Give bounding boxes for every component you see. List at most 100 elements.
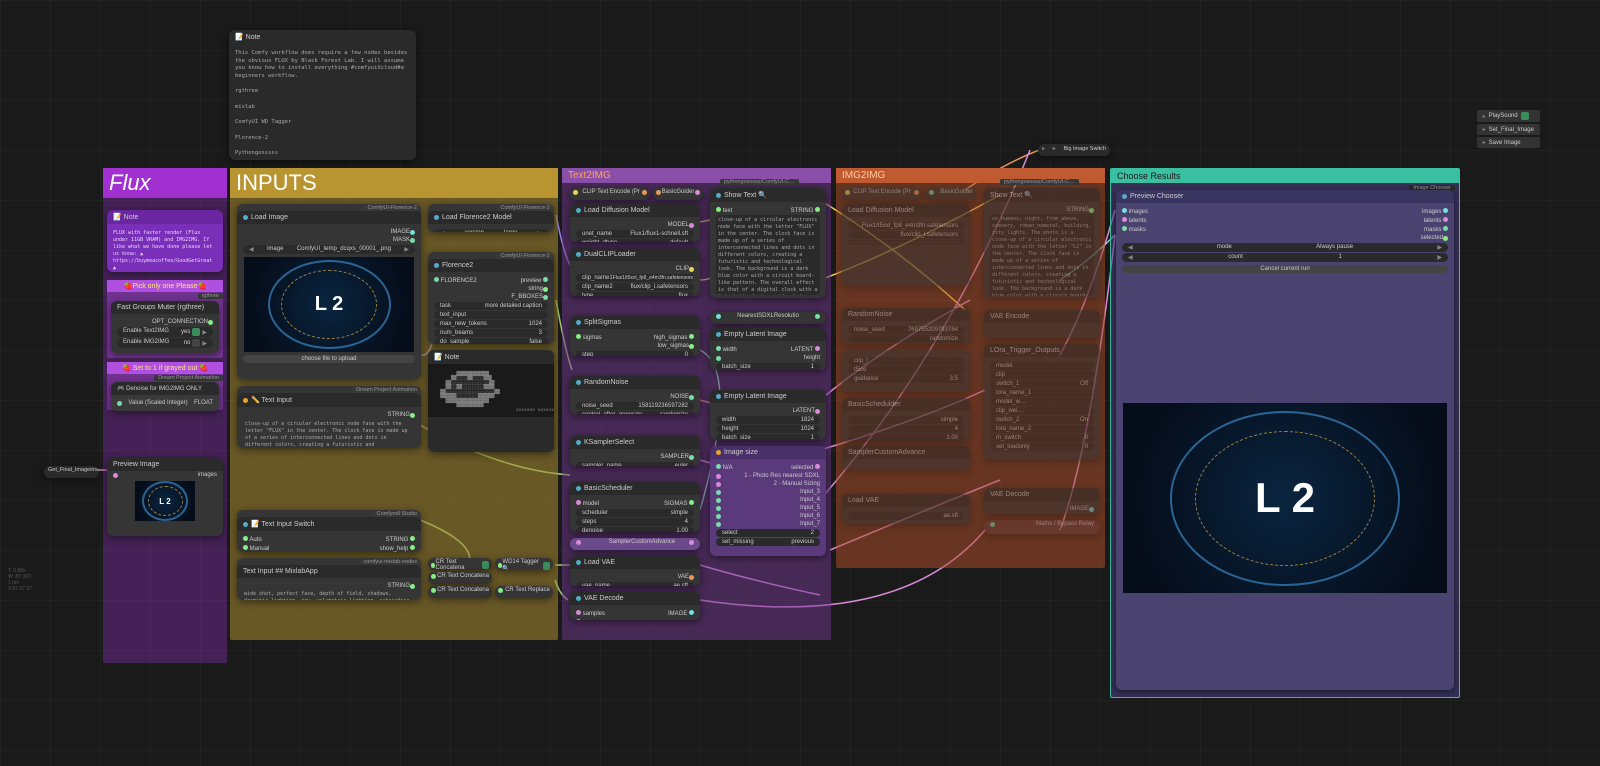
- batch-size-1[interactable]: batch_size1: [716, 363, 820, 370]
- nearest-sdxl[interactable]: NearestSDXLResolutio: [710, 312, 826, 324]
- chooser-mode[interactable]: ◀modeAlways pause▶: [1122, 243, 1448, 252]
- dual-clip-loader[interactable]: DualCLIPLoader CLIP clip_name1Flux1/t5xx…: [570, 248, 700, 296]
- preview-title: Preview Image: [107, 458, 223, 471]
- ksampler-select[interactable]: KSamplerSelect SAMPLER sampler_nameeuler: [570, 436, 700, 466]
- noise-seed[interactable]: noise_seed158119236597282: [576, 402, 694, 410]
- badge-pygos: pythongosssss/ComfyUI-C…: [720, 179, 799, 185]
- height-2[interactable]: height1024: [716, 425, 820, 433]
- chooser-count[interactable]: ◀count1▶: [1122, 253, 1448, 262]
- big-image-switch[interactable]: ▸▸Big Image Switch: [1038, 144, 1110, 156]
- flux-note-text: FLUX with faster render (Flux under 11GB…: [107, 224, 223, 272]
- control-after-gen[interactable]: control_after_generaterandomize: [576, 411, 694, 414]
- img2img-math[interactable]: Maths / Bypass Relay: [984, 520, 1100, 534]
- vae-name[interactable]: vae_nameae.sft: [576, 582, 694, 586]
- florence-sample[interactable]: do_samplefalse: [434, 338, 548, 344]
- load-image-node[interactable]: ComfyUI-Florence-2 Load Image IMAGE MASK…: [237, 204, 421, 379]
- set-missing[interactable]: set_missingprevious: [716, 538, 820, 546]
- group-flux-title: Flux: [103, 168, 227, 198]
- img2img-show-text[interactable]: Show Text 🔍 STRING no_humans, night, fro…: [984, 188, 1100, 298]
- batch-2[interactable]: batch_size1: [716, 434, 820, 440]
- img2img-vae-decode[interactable]: VAE Decode IMAGE: [984, 488, 1100, 514]
- fast-groups-muter[interactable]: Fast Groups Muter (rgthree) OPT_CONNECTI…: [111, 301, 219, 353]
- menu-playsound[interactable]: ▸PlaySound: [1477, 110, 1540, 122]
- badge-comfyroll: Comfyroll Studio: [373, 511, 421, 517]
- results-title: Choose Results: [1111, 169, 1459, 183]
- flux-note[interactable]: 📝 Note FLUX with faster render (Flux und…: [107, 210, 223, 272]
- image-filename-select[interactable]: ◀imageComfyUI_temp_dcqxs_00001_.png▶: [243, 245, 415, 254]
- empty-latent-1[interactable]: Empty Latent Image widthLATENT height ba…: [710, 328, 826, 370]
- preview-chooser[interactable]: Preview Chooser imagesimages latentslate…: [1116, 190, 1454, 690]
- opt-connection-port: OPT_CONNECTION: [152, 319, 208, 325]
- cr-concat-2[interactable]: CR Text Concatena: [428, 572, 492, 584]
- img2img-load-diffusion[interactable]: Load Diffusion Model Flux1/t5xxl_fp8_e4m…: [842, 204, 970, 286]
- img2img-clip-encode[interactable]: CLIP Text Encode (Pr: [842, 188, 922, 200]
- denoise-node[interactable]: 🎮 Denoise for IMG2IMG ONLY Value (Scaled…: [111, 382, 219, 411]
- preview-image-small[interactable]: Preview Image images L 2: [107, 458, 223, 536]
- text-input-content[interactable]: close-up of a circular electronic node f…: [243, 419, 415, 448]
- playsound-check[interactable]: [1521, 112, 1529, 120]
- florence-task[interactable]: taskmore detailed caption: [434, 302, 548, 310]
- clip-type[interactable]: typeflux: [576, 292, 694, 296]
- load-florence-model[interactable]: ComfyUI-Florence-2 Load Florence2 Model …: [428, 204, 554, 232]
- img2img-ksampler[interactable]: clip_l t5xxl guidance3.5: [842, 350, 970, 392]
- cancel-run-button[interactable]: Cancel current run: [1122, 265, 1448, 273]
- toggle-text2img[interactable]: Enable Text2IMGyes▶: [117, 327, 213, 337]
- flux-note-title: 📝 Note: [107, 210, 223, 224]
- img2img-load-vae[interactable]: Load VAE ae.sft: [842, 494, 970, 524]
- img2img-sampler-adv[interactable]: SamplerCustomAdvance: [842, 446, 970, 470]
- florence-beams[interactable]: num_beams3: [434, 329, 548, 337]
- menu-set-final[interactable]: ▸Set_Final_Image: [1477, 124, 1540, 135]
- perf-stats: T: 0.88s W: 87 (87) 1 ms V:97.07 67: [8, 568, 32, 592]
- width-2[interactable]: width1824: [716, 416, 820, 424]
- choose-file-button[interactable]: choose file to upload: [243, 355, 415, 363]
- denoise[interactable]: denoise1.00: [576, 527, 694, 532]
- load-vae[interactable]: Load VAE VAE vae_nameae.sft: [570, 556, 700, 586]
- menu-save-image[interactable]: ▸Save Image: [1477, 137, 1540, 148]
- toggle-img2img[interactable]: Enable IMG2IMGno▶: [117, 338, 213, 348]
- mixlab-text[interactable]: wide shot, perfect face, depth of field,…: [243, 590, 415, 600]
- clip-text-encode[interactable]: CLIP Text Encode (Pr: [570, 188, 650, 200]
- split-sigmas[interactable]: SplitSigmas sigmashigh_sigmas low_sigmas…: [570, 316, 700, 356]
- florence-version[interactable]: ◀versionlarge▶: [434, 229, 548, 232]
- mixlab-text-input[interactable]: comfyui-mixlab-nodes Text Input ## Mixla…: [237, 558, 421, 600]
- vae-decode[interactable]: VAE Decode samplesIMAGE vae: [570, 592, 700, 620]
- empty-latent-2[interactable]: Empty Latent Image LATENT width1824 heig…: [710, 390, 826, 440]
- img2img-scheduler[interactable]: BasicSchedulder simple 4 1.00: [842, 398, 970, 442]
- sampler-custom-advance[interactable]: SamplerCustomAdvance: [570, 538, 700, 550]
- img2img-random-noise[interactable]: RandomNoise noise_seed769755209793764 ra…: [842, 308, 970, 344]
- basic-scheduler[interactable]: BasicScheduler modelSIGMAS schedulersimp…: [570, 482, 700, 532]
- clip-name-1[interactable]: clip_name1Flux1/t5xxl_fp8_e4m3fn.safeten…: [576, 274, 694, 282]
- florence-tokens[interactable]: max_new_tokens1024: [434, 320, 548, 328]
- show-text-content: close-up of a circular electronic node f…: [716, 215, 820, 295]
- img2img-lora[interactable]: LOra_Trigger_Outputs model clip switch_1…: [984, 344, 1100, 460]
- basic-guider[interactable]: BasicGuider: [653, 188, 703, 200]
- florence-textinput[interactable]: text_input: [434, 311, 548, 319]
- cr-concat-1[interactable]: CR Text Concatena: [428, 558, 492, 570]
- select-value[interactable]: select2: [716, 529, 820, 537]
- group-set-one[interactable]: 🍓 Set to 1 if grayed out 🍓 Dream Project…: [107, 362, 223, 410]
- clip-name-2[interactable]: clip_name2flux/clip_l.safetensors: [576, 283, 694, 291]
- cr-concat-3[interactable]: CR Text Concatena: [428, 586, 492, 598]
- steps[interactable]: steps4: [576, 518, 694, 526]
- scheduler-type[interactable]: schedulersimple: [576, 509, 694, 517]
- get-final-image[interactable]: Get_Final_Imageimages: [44, 466, 99, 478]
- unet-name[interactable]: unet_nameFlux1/flux1-schnell.sft: [576, 230, 694, 238]
- group-pick-one[interactable]: 🍓Pick only one Please🍓 rgthree Fast Grou…: [107, 280, 223, 358]
- split-step[interactable]: step0: [576, 351, 694, 356]
- text-input-node[interactable]: Dream Project Animation ✏️ Text Input ST…: [237, 386, 421, 448]
- img2img-basic-guider[interactable]: BasicGuider: [926, 188, 976, 200]
- wd14-tagger[interactable]: WD14 Tagger 🔍: [495, 558, 553, 570]
- cr-text-replace[interactable]: CR Text Replace: [495, 586, 553, 598]
- sampler-name[interactable]: sampler_nameeuler: [576, 462, 694, 466]
- text-input-switch[interactable]: Comfyroll Studio 📝 Text Input Switch Aut…: [237, 510, 421, 552]
- node-graph-canvas[interactable]: 📝 Note This Comfy workflow does require …: [0, 0, 1600, 766]
- note-ascii[interactable]: 📝 Note ▓▓▓▓▓▓▓▓▓▓▓▓ ▓▓░░░░▓▓░░░░▓▓▓ ▓▓░░…: [428, 350, 554, 452]
- note-node-top[interactable]: 📝 Note This Comfy workflow does require …: [229, 30, 416, 160]
- show-text[interactable]: Show Text 🔍 textSTRING close-up of a cir…: [710, 188, 826, 298]
- florence2-node[interactable]: ComfyUI-Florence-2 Florence2 FLORENCE2pr…: [428, 252, 554, 344]
- random-noise[interactable]: RandomNoise NOISE noise_seed158119236597…: [570, 376, 700, 414]
- weight-dtype[interactable]: weight_dtypedefault: [576, 239, 694, 242]
- image-size-selector[interactable]: Image size N/Aselected 1 - Photo Res nea…: [710, 446, 826, 556]
- load-diffusion-model[interactable]: Load Diffusion Model MODEL unet_nameFlux…: [570, 204, 700, 242]
- img2img-vae-encode[interactable]: VAE Encode: [984, 310, 1100, 338]
